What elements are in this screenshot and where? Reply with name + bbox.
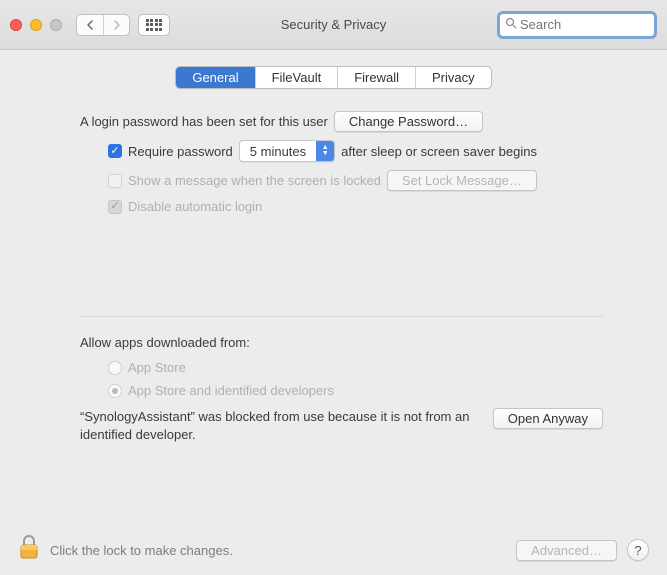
radio-app-store-label: App Store (128, 360, 186, 375)
zoom-window-button (50, 19, 62, 31)
tab-general[interactable]: General (176, 67, 254, 88)
require-password-delay-select[interactable]: 5 minutes ▲▼ (239, 140, 335, 162)
disable-auto-login-checkbox (108, 200, 122, 214)
titlebar: Security & Privacy (0, 0, 667, 50)
radio-identified-developers-label: App Store and identified developers (128, 383, 334, 398)
content-pane: General FileVault Firewall Privacy A log… (0, 50, 667, 443)
nav-back-forward (76, 14, 130, 36)
search-input[interactable] (520, 17, 667, 32)
forward-button[interactable] (103, 15, 129, 35)
tab-filevault[interactable]: FileVault (255, 67, 338, 88)
require-password-delay-value: 5 minutes (240, 141, 316, 161)
tab-segmented-control: General FileVault Firewall Privacy (175, 66, 491, 89)
help-button[interactable]: ? (627, 539, 649, 561)
lock-hint-text: Click the lock to make changes. (50, 543, 233, 558)
open-anyway-button[interactable]: Open Anyway (493, 408, 603, 429)
advanced-button: Advanced… (516, 540, 617, 561)
require-password-checkbox[interactable] (108, 144, 122, 158)
disable-auto-login-label: Disable automatic login (128, 199, 262, 214)
lock-icon[interactable] (18, 534, 40, 566)
footer: Click the lock to make changes. Advanced… (0, 525, 667, 575)
minimize-window-button[interactable] (30, 19, 42, 31)
show-message-checkbox (108, 174, 122, 188)
radio-identified-developers (108, 384, 122, 398)
change-password-button[interactable]: Change Password… (334, 111, 483, 132)
login-password-text: A login password has been set for this u… (80, 114, 328, 129)
close-window-button[interactable] (10, 19, 22, 31)
radio-app-store (108, 361, 122, 375)
tab-privacy[interactable]: Privacy (415, 67, 491, 88)
tab-firewall[interactable]: Firewall (337, 67, 415, 88)
window-controls (10, 19, 62, 31)
general-tab-content: A login password has been set for this u… (24, 111, 643, 443)
show-all-button[interactable] (138, 14, 170, 36)
tabs: General FileVault Firewall Privacy (24, 66, 643, 89)
search-field-wrapper[interactable] (497, 11, 657, 39)
grid-icon (146, 19, 163, 31)
after-sleep-text: after sleep or screen saver begins (341, 144, 537, 159)
gatekeeper-section-label: Allow apps downloaded from: (80, 335, 603, 350)
search-icon (505, 17, 517, 32)
blocked-app-message: “SynologyAssistant” was blocked from use… (80, 408, 475, 443)
require-password-label: Require password (128, 144, 233, 159)
select-stepper-icon: ▲▼ (316, 141, 334, 161)
show-message-label: Show a message when the screen is locked (128, 173, 381, 188)
set-lock-message-button: Set Lock Message… (387, 170, 537, 191)
back-button[interactable] (77, 15, 103, 35)
section-divider (80, 316, 603, 317)
